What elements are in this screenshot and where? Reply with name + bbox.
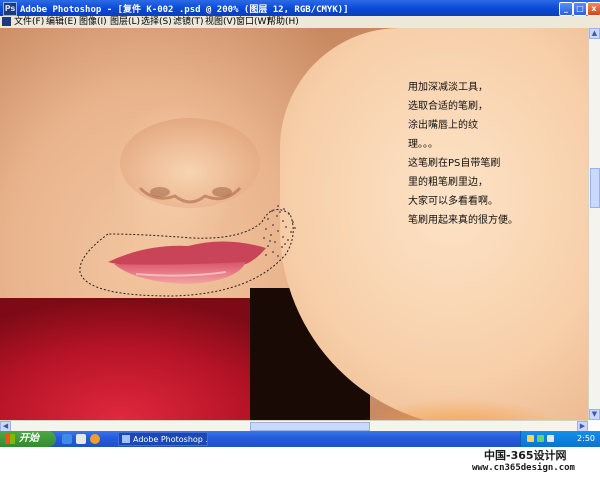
task-label: Adobe Photoshop ... — [133, 435, 208, 444]
orange-glow-area — [350, 388, 570, 420]
document-canvas[interactable]: 用加深减淡工具， 选取合适的笔刷， 涂出嘴唇上的纹 理。。。 这笔刷在PS自带笔… — [0, 28, 588, 420]
watermark-logo: 中国-365设计网 — [484, 449, 567, 462]
caption-line: 里的粗笔刷里边， — [408, 177, 488, 188]
menu-image[interactable]: 图像(I) — [79, 16, 107, 28]
caption-line: 这笔刷在PS自带笔刷 — [408, 158, 501, 169]
windows-logo-icon — [5, 434, 15, 444]
horizontal-scroll-thumb[interactable] — [250, 422, 370, 431]
caption-line: 笔刷用起来真的很方便。 — [408, 215, 518, 226]
system-clock: 2:50 — [577, 434, 595, 443]
watermark-url: www.cn365design.com — [472, 463, 575, 473]
photoshop-app-icon: Ps — [3, 2, 17, 16]
window-title: Adobe Photoshop - [复件 K-002 .psd @ 200% … — [20, 5, 349, 15]
menu-edit[interactable]: 编辑(E) — [46, 16, 77, 28]
vertical-scrollbar[interactable]: ▲ ▼ — [588, 28, 600, 420]
start-label: 开始 — [19, 433, 39, 444]
tray-icon[interactable] — [537, 435, 544, 442]
minimize-button[interactable]: _ — [559, 2, 573, 16]
caption-line: 理。。。 — [408, 139, 438, 150]
caption-line: 用加深减淡工具， — [408, 82, 488, 93]
menu-view[interactable]: 视图(V) — [205, 16, 236, 28]
brush-stroke-dots — [263, 205, 296, 257]
scroll-down-arrow-icon[interactable]: ▼ — [589, 409, 600, 420]
media-quicklaunch-icon[interactable] — [76, 434, 86, 444]
vertical-scroll-thumb[interactable] — [590, 168, 600, 208]
scroll-up-arrow-icon[interactable]: ▲ — [589, 28, 600, 39]
menu-help[interactable]: 帮助(H) — [267, 16, 299, 28]
menu-filter[interactable]: 滤镜(T) — [173, 16, 204, 28]
nose-shape — [120, 118, 260, 208]
taskbar: 开始 Adobe Photoshop ... 2:50 — [0, 431, 600, 447]
tutorial-caption: 用加深减淡工具， 选取合适的笔刷， 涂出嘴唇上的纹 理。。。 这笔刷在PS自带笔… — [408, 78, 558, 230]
system-tray: 2:50 — [520, 431, 600, 447]
title-bar[interactable]: Ps Adobe Photoshop - [复件 K-002 .psd @ 20… — [0, 0, 600, 16]
desktop-quicklaunch-icon[interactable] — [90, 434, 100, 444]
menu-select[interactable]: 选择(S) — [141, 16, 172, 28]
maximize-button[interactable]: □ — [573, 2, 587, 16]
close-button[interactable]: x — [587, 2, 600, 16]
menu-window[interactable]: 窗口(W) — [236, 16, 270, 28]
caption-line: 大家可以多看看啊。 — [408, 196, 498, 207]
taskbar-item-photoshop[interactable]: Adobe Photoshop ... — [118, 432, 208, 446]
tray-icon[interactable] — [527, 435, 534, 442]
document-icon[interactable] — [2, 17, 11, 26]
start-button[interactable]: 开始 — [0, 431, 56, 447]
menu-file[interactable]: 文件(F) — [14, 16, 44, 28]
menu-layer[interactable]: 图层(L) — [110, 16, 140, 28]
caption-line: 选取合适的笔刷， — [408, 101, 488, 112]
caption-line: 涂出嘴唇上的纹 — [408, 120, 478, 131]
photoshop-task-icon — [122, 435, 130, 443]
ie-quicklaunch-icon[interactable] — [62, 434, 72, 444]
volume-icon[interactable] — [547, 435, 554, 442]
